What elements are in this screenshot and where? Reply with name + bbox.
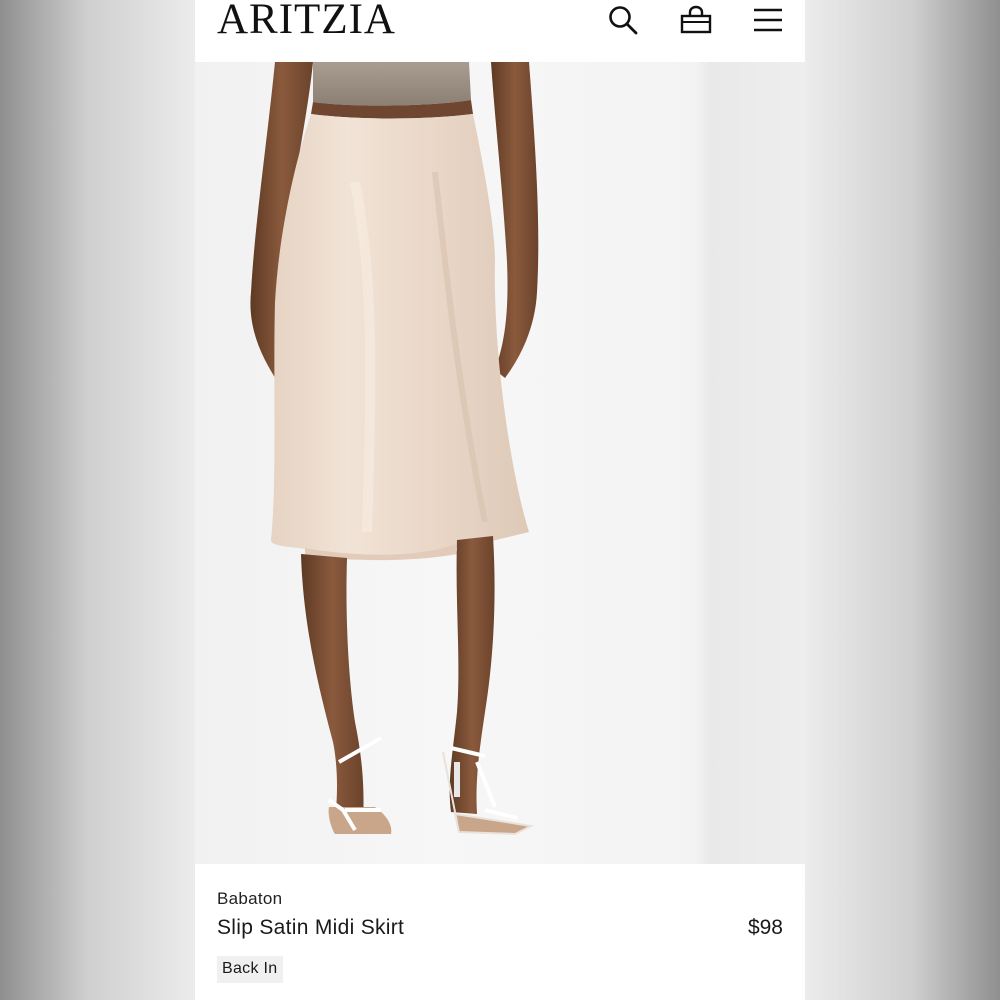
shopping-bag-icon[interactable] (680, 4, 712, 36)
product-brand: Babaton (217, 889, 283, 908)
site-header: ARITZIA (195, 0, 805, 62)
product-price: $98 (747, 916, 783, 939)
search-icon[interactable] (607, 4, 639, 36)
top-garment (313, 62, 471, 106)
product-photo[interactable] (195, 62, 805, 864)
background-blur-left (0, 0, 195, 1000)
status-badge: Back In (217, 956, 284, 983)
product-info: Babaton Slip Satin Midi Skirt $98 Back I… (195, 864, 805, 1000)
hamburger-menu-icon[interactable] (752, 4, 784, 36)
product-title[interactable]: Slip Satin Midi Skirt (217, 916, 404, 940)
brand-logo[interactable]: ARITZIA (217, 0, 396, 44)
right-arm (491, 62, 539, 378)
left-leg (301, 554, 364, 822)
background-blur-right (805, 0, 1000, 1000)
satin-skirt (271, 114, 529, 555)
product-page: ARITZIA Babaton Slip Satin Midi Skirt $9… (195, 0, 805, 1000)
